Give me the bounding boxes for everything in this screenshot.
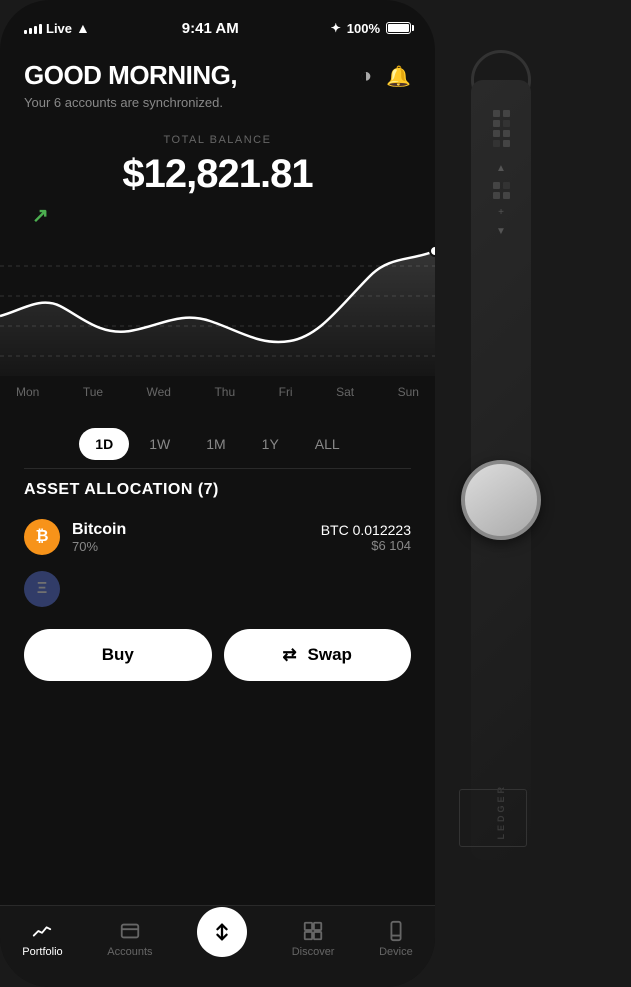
trend-arrow: ↗: [32, 205, 49, 227]
greeting-header: GOOD MORNING, Your 6 accounts are synchr…: [24, 60, 411, 110]
signal-bar-4: [39, 24, 42, 34]
greeting-text: GOOD MORNING,: [24, 60, 237, 91]
status-left: Live ▲: [24, 20, 90, 36]
nav-portfolio-label: Portfolio: [22, 946, 62, 958]
swap-icon: ⇄: [283, 645, 297, 664]
buy-button[interactable]: Buy: [24, 629, 212, 681]
wifi-icon: ▲: [76, 20, 90, 36]
chart-end-dot: [430, 246, 435, 256]
device-corner-marks: [459, 789, 527, 847]
portfolio-icon: [31, 920, 53, 942]
status-time: 9:41 AM: [182, 20, 239, 37]
status-bar: Live ▲ 9:41 AM ✦ 100%: [0, 0, 435, 44]
timeframe-1y[interactable]: 1Y: [246, 428, 295, 460]
eth-icon: Ξ: [24, 571, 60, 607]
nav-accounts-label: Accounts: [107, 946, 152, 958]
battery-label: 100%: [347, 21, 380, 36]
asset-value: $6 104: [321, 538, 411, 553]
battery-fill: [388, 24, 409, 32]
chart-icon[interactable]: ◑: [360, 65, 372, 88]
day-thu: Thu: [214, 385, 235, 399]
timeframe-1m[interactable]: 1M: [190, 428, 241, 460]
timeframe-all[interactable]: ALL: [299, 428, 356, 460]
signal-bar-2: [29, 28, 32, 34]
asset-name: Bitcoin: [72, 521, 126, 539]
nav-accounts[interactable]: Accounts: [107, 920, 152, 958]
signal-bar-3: [34, 26, 37, 34]
day-wed: Wed: [147, 385, 171, 399]
signal-bar-1: [24, 30, 27, 34]
asset-info: Bitcoin 70%: [72, 521, 126, 554]
chart-days: Mon Tue Wed Thu Fri Sat Sun: [0, 381, 435, 403]
asset-allocation-title: ASSET ALLOCATION (7): [24, 481, 411, 499]
asset-amount: BTC 0.012223: [321, 522, 411, 538]
day-fri: Fri: [279, 385, 293, 399]
action-buttons: Buy ⇄ Swap: [24, 629, 411, 681]
asset-right: BTC 0.012223 $6 104: [321, 522, 411, 553]
chart-section: Mon Tue Wed Thu Fri Sat Sun: [0, 236, 435, 416]
device-button[interactable]: [461, 460, 541, 540]
greeting-section: GOOD MORNING, Your 6 accounts are synchr…: [24, 44, 411, 118]
status-right: ✦ 100%: [331, 21, 411, 36]
bell-icon[interactable]: 🔔: [386, 64, 411, 89]
phone: Live ▲ 9:41 AM ✦ 100% GOOD MORNING, Your…: [0, 0, 435, 987]
day-sun: Sun: [398, 385, 419, 399]
bottom-nav: Portfolio Accounts Discover: [0, 905, 435, 987]
day-tue: Tue: [83, 385, 103, 399]
nav-discover[interactable]: Discover: [292, 920, 335, 958]
asset-pct: 70%: [72, 539, 126, 554]
asset-item-eth: Ξ: [24, 565, 411, 613]
timeframe-1w[interactable]: 1W: [133, 428, 186, 460]
swap-button[interactable]: ⇄ Swap: [224, 629, 412, 681]
header-icons: ◑ 🔔: [360, 64, 411, 89]
balance-label: TOTAL BALANCE: [24, 134, 411, 146]
day-sat: Sat: [336, 385, 354, 399]
asset-item-bitcoin[interactable]: ₿ Bitcoin 70% BTC 0.012223 $6 104: [24, 513, 411, 561]
discover-icon: [302, 920, 324, 942]
signal-bars: [24, 22, 42, 34]
nav-discover-label: Discover: [292, 946, 335, 958]
nav-device[interactable]: Device: [379, 920, 413, 958]
ledger-device: ▲ + ▼ LEDGER: [451, 0, 551, 987]
greeting-sub: Your 6 accounts are synchronized.: [24, 95, 237, 110]
nav-device-label: Device: [379, 946, 413, 958]
day-mon: Mon: [16, 385, 39, 399]
asset-eth-left: Ξ: [24, 571, 60, 607]
balance-trend: ↗: [24, 203, 411, 228]
balance-amount: $12,821.81: [24, 152, 411, 197]
asset-allocation: ASSET ALLOCATION (7) ₿ Bitcoin 70% BTC 0…: [24, 481, 411, 613]
battery-icon: [386, 22, 411, 34]
timeframe-1d[interactable]: 1D: [79, 428, 129, 460]
device-icon: [385, 920, 407, 942]
price-chart: [0, 236, 435, 376]
bluetooth-icon: ✦: [331, 21, 341, 35]
bitcoin-icon: ₿: [24, 519, 60, 555]
carrier-label: Live: [46, 21, 72, 36]
screen-content: GOOD MORNING, Your 6 accounts are synchr…: [0, 44, 435, 905]
timeframe-section: 1D 1W 1M 1Y ALL: [24, 428, 411, 460]
greeting-text-block: GOOD MORNING, Your 6 accounts are synchr…: [24, 60, 237, 110]
swap-label: Swap: [308, 645, 352, 664]
nav-portfolio[interactable]: Portfolio: [22, 920, 62, 958]
balance-section: TOTAL BALANCE $12,821.81 ↗: [24, 134, 411, 228]
accounts-icon: [119, 920, 141, 942]
nav-transfer[interactable]: [197, 907, 247, 957]
divider: [24, 468, 411, 469]
transfer-icon: [211, 921, 233, 943]
asset-left: ₿ Bitcoin 70%: [24, 519, 126, 555]
